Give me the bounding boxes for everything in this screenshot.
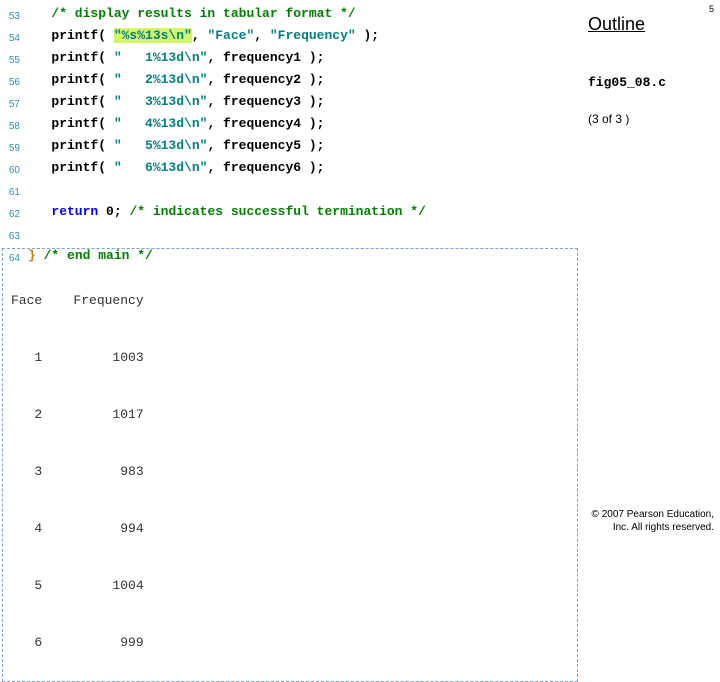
slide-number: 5 — [709, 4, 714, 14]
copyright-notice: © 2007 Pearson Education, Inc. All right… — [592, 508, 714, 534]
code-line-59: 59 printf( " 5%13d\n", frequency5 ); — [0, 136, 580, 158]
code-line-62: 62 return 0; /* indicates successful ter… — [0, 202, 580, 224]
code-line-57: 57 printf( " 3%13d\n", frequency3 ); — [0, 92, 580, 114]
output-header: Face Frequency — [11, 291, 569, 310]
line-number: 58 — [0, 114, 28, 136]
source-filename: fig05_08.c — [588, 75, 712, 90]
copyright-line: Inc. All rights reserved. — [592, 521, 714, 534]
program-output: Face Frequency 1 1003 2 1017 3 983 4 994… — [2, 248, 578, 682]
line-number: 62 — [0, 202, 28, 224]
code-listing: 53 /* display results in tabular format … — [0, 0, 580, 268]
line-number: 54 — [0, 26, 28, 48]
line-number: 57 — [0, 92, 28, 114]
code-line-54: 54 printf( "%s%13s\n", "Face", "Frequenc… — [0, 26, 580, 48]
line-number: 53 — [0, 4, 28, 26]
copyright-line: © 2007 Pearson Education, — [592, 508, 714, 521]
output-row: 6 999 — [11, 633, 569, 652]
line-number: 56 — [0, 70, 28, 92]
output-row: 5 1004 — [11, 576, 569, 595]
output-row: 2 1017 — [11, 405, 569, 424]
output-row: 1 1003 — [11, 348, 569, 367]
output-row: 4 994 — [11, 519, 569, 538]
line-number: 59 — [0, 136, 28, 158]
page-indicator: (3 of 3 ) — [588, 112, 712, 126]
code-line-55: 55 printf( " 1%13d\n", frequency1 ); — [0, 48, 580, 70]
comment: /* display results in tabular format */ — [51, 6, 355, 21]
code-line-53: 53 /* display results in tabular format … — [0, 4, 580, 26]
line-number: 60 — [0, 158, 28, 180]
code-line-60: 60 printf( " 6%13d\n", frequency6 ); — [0, 158, 580, 180]
line-number: 63 — [0, 224, 28, 246]
line-number: 55 — [0, 48, 28, 70]
line-number: 61 — [0, 180, 28, 202]
comment: /* indicates successful termination */ — [129, 204, 425, 219]
code-line-63: 63 — [0, 224, 580, 246]
outline-heading: Outline — [588, 14, 712, 35]
highlighted-format-string: "%s%13s\n" — [114, 28, 192, 43]
code-line-56: 56 printf( " 2%13d\n", frequency2 ); — [0, 70, 580, 92]
code-line-58: 58 printf( " 4%13d\n", frequency4 ); — [0, 114, 580, 136]
code-line-61: 61 — [0, 180, 580, 202]
keyword-return: return — [51, 204, 98, 219]
sidebar: 5 Outline fig05_08.c (3 of 3 ) — [580, 0, 720, 540]
output-row: 3 983 — [11, 462, 569, 481]
